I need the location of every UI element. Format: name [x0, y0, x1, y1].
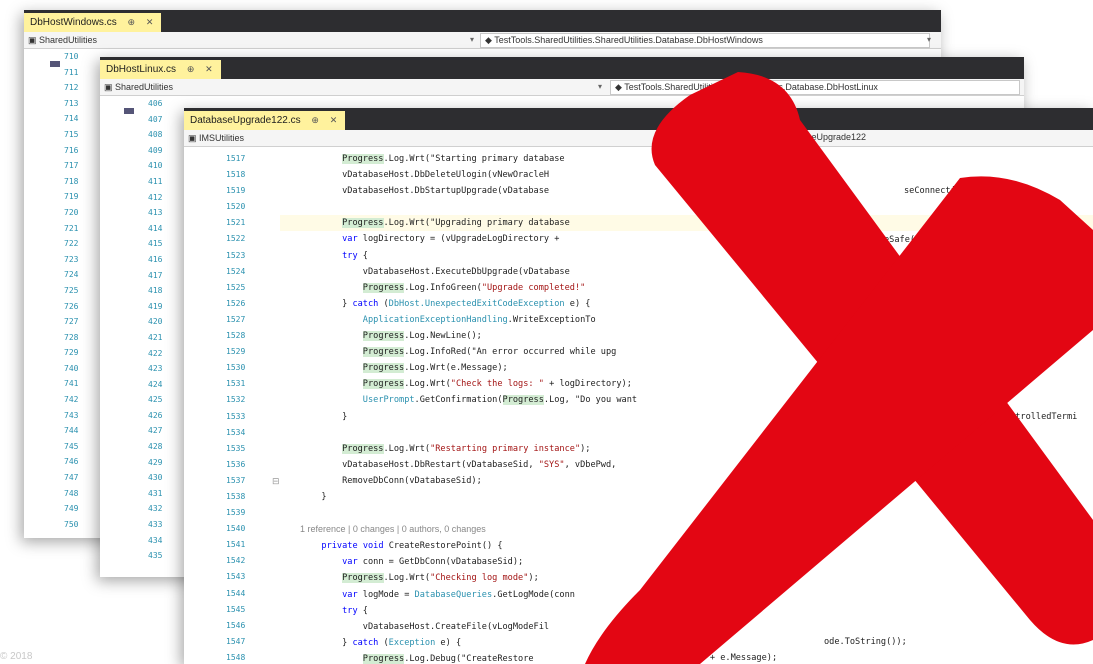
tab-label: DbHostWindows.cs [30, 17, 117, 28]
tab-label: DbHostLinux.cs [106, 64, 177, 75]
member-path-label: TestTools.SharedUtilities.SharedUtilitie… [494, 35, 763, 45]
code-line[interactable]: Progress.Log.InfoRed("An error occurred … [280, 344, 1093, 360]
code-line[interactable]: Progress.Log.InfoGreen("Upgrade complete… [280, 280, 1093, 296]
code-line[interactable]: vDatabaseHost.DbStartupUpgrade(vDatabase [280, 183, 1093, 199]
code-line[interactable]: var logMode = DatabaseQueries.GetLogMode… [280, 587, 1093, 603]
code-line[interactable] [280, 505, 1093, 521]
editor-window-databaseupgrade122: DatabaseUpgrade122.cs ⊕ ✕ ▣ IMSUtilities… [184, 108, 1093, 664]
close-icon[interactable]: ✕ [330, 115, 338, 125]
code-line[interactable]: RemoveDbConn(vDatabaseSid); [280, 473, 1093, 489]
code-line[interactable]: private void CreateRestorePoint() { [280, 538, 1093, 554]
close-icon[interactable]: ✕ [146, 17, 154, 27]
chevron-down-icon[interactable]: ▾ [470, 32, 474, 48]
code-line[interactable]: Progress.Log.Wrt(e.Message); [280, 360, 1093, 376]
code-line[interactable]: UserPrompt.GetConfirmation(Progress.Log,… [280, 392, 1093, 408]
code-line[interactable]: try { [280, 603, 1093, 619]
project-dropdown[interactable]: ▣ IMSUtilities [188, 130, 244, 146]
code-line[interactable]: } catch (DbHost.UnexpectedExitCodeExcept… [280, 296, 1093, 312]
member-dropdown[interactable]: ◆ TestTools.SharedUtilities.SharedUtilit… [480, 33, 930, 48]
code-line[interactable]: 1 reference | 0 changes | 0 authors, 0 c… [280, 521, 1093, 538]
code-line[interactable]: var logDirectory = (vUpgradeLogDirectory… [280, 231, 1093, 247]
code-line[interactable]: Progress.Log.Wrt("Check the logs: " + lo… [280, 376, 1093, 392]
code-line[interactable]: try { [280, 248, 1093, 264]
code-line[interactable]: vDatabaseHost.DbRestart(vDatabaseSid, "S… [280, 457, 1093, 473]
collapse-icon[interactable] [50, 61, 60, 67]
code-line[interactable]: } catch (Exception e) { [280, 635, 1093, 651]
code-line[interactable] [280, 199, 1093, 215]
pin-icon[interactable]: ⊕ [311, 115, 319, 125]
navigation-bar: ▣ IMSUtilities DatabaseUpgrade122 [184, 130, 1093, 147]
document-tab[interactable]: DbHostLinux.cs ⊕ ✕ [100, 60, 221, 79]
project-label: SharedUtilities [115, 82, 174, 92]
code-line[interactable]: Progress.Log.Debug("CreateRestore [280, 651, 1093, 664]
code-line[interactable]: vDatabaseHost.CreateFile(vLogModeFil [280, 619, 1093, 635]
code-line[interactable]: Progress.Log.Wrt("Restarting primary ins… [280, 441, 1093, 457]
document-tab[interactable]: DatabaseUpgrade122.cs ⊕ ✕ [184, 111, 346, 130]
project-dropdown[interactable]: ▣ SharedUtilities [104, 79, 173, 95]
pin-icon[interactable]: ⊕ [187, 64, 195, 74]
code-line[interactable]: Progress.Log.Wrt("Starting primary datab… [280, 151, 1093, 167]
copyright-watermark: © 2018 [0, 651, 33, 662]
code-line[interactable]: vDatabaseHost.DbDeleteUlogin(vNewOracleH [280, 167, 1093, 183]
collapse-icon[interactable] [124, 108, 134, 114]
title-bar: DbHostLinux.cs ⊕ ✕ [100, 57, 1024, 79]
close-icon[interactable]: ✕ [205, 64, 213, 74]
project-label: SharedUtilities [39, 35, 98, 45]
code-line[interactable]: } [280, 409, 1093, 425]
project-label: IMSUtilities [199, 133, 245, 143]
member-dropdown[interactable]: ◆ TestTools.SharedUtilities.SharedUtilit… [610, 80, 1020, 95]
title-bar: DatabaseUpgrade122.cs ⊕ ✕ [184, 108, 1093, 130]
code-line[interactable]: vDatabaseHost.ExecuteDbUpgrade(vDatabase [280, 264, 1093, 280]
code-line[interactable] [280, 425, 1093, 441]
title-bar: DbHostWindows.cs ⊕ ✕ [24, 10, 941, 32]
collapse-icon[interactable]: ⊟ [272, 477, 280, 487]
chevron-down-icon[interactable]: ▾ [598, 79, 602, 95]
pin-icon[interactable]: ⊕ [127, 17, 135, 27]
tab-label: DatabaseUpgrade122.cs [190, 115, 301, 126]
member-path-label: DatabaseUpgrade122 [778, 132, 867, 142]
code-editor[interactable]: 1517 1518 1519 1520 1521 1522 1523 1524 1525 1526… [184, 147, 1093, 664]
code-line[interactable]: Progress.Log.NewLine(); [280, 328, 1093, 344]
code-line[interactable]: var conn = GetDbConn(vDatabaseSid); [280, 554, 1093, 570]
navigation-bar: ▣ SharedUtilities ▾ ◆ TestTools.SharedUt… [24, 32, 941, 49]
member-dropdown[interactable]: DatabaseUpgrade122 [774, 131, 1062, 144]
document-tab[interactable]: DbHostWindows.cs ⊕ ✕ [24, 13, 162, 32]
project-dropdown[interactable]: ▣ SharedUtilities [28, 32, 97, 48]
chevron-down-icon[interactable]: ▾ [927, 32, 931, 48]
code-line[interactable]: } [280, 489, 1093, 505]
code-line[interactable]: Progress.Log.Wrt("Upgrading primary data… [280, 215, 1093, 232]
member-path-label: TestTools.SharedUtilities.SharedUtilitie… [624, 82, 878, 92]
code-line[interactable]: Progress.Log.Wrt("Checking log mode"); [280, 570, 1093, 586]
code-line[interactable]: ApplicationExceptionHandling.WriteExcept… [280, 312, 1093, 328]
code-text[interactable]: Progress.Log.Wrt("Starting primary datab… [280, 151, 1093, 664]
navigation-bar: ▣ SharedUtilities ▾ ◆ TestTools.SharedUt… [100, 79, 1024, 96]
